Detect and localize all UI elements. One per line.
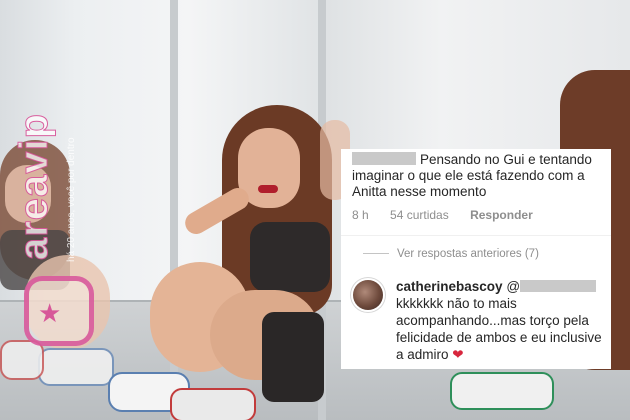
woman-top — [250, 222, 330, 292]
reply-body: catherinebascoy @ kkkkkkk não to mais ac… — [396, 278, 606, 363]
comment-body: Pensando no Gui e tentando imaginar o qu… — [352, 152, 607, 200]
star-icon: ★ — [38, 298, 62, 328]
redacted-mention — [520, 280, 597, 292]
watermark-tagline: há 20 anos, você por dentro — [66, 137, 77, 262]
comment-time: 8 h — [352, 208, 369, 222]
comment-meta: 8 h 54 curtidas Responder — [352, 208, 551, 222]
woman-shorts — [262, 312, 324, 402]
reply-text: kkkkkkk não to mais acompanhando...mas t… — [396, 296, 602, 362]
comment-likes[interactable]: 54 curtidas — [390, 208, 449, 222]
comment-card: Pensando no Gui e tentando imaginar o qu… — [341, 149, 611, 235]
watermark-logo-text: areavip — [12, 112, 57, 260]
mention-prefix[interactable]: @ — [506, 279, 520, 294]
reply-card: Ver respostas anteriores (7) catherineba… — [341, 235, 611, 369]
woman-sneaker — [170, 388, 256, 420]
view-previous-replies-link[interactable]: Ver respostas anteriores (7) — [363, 248, 539, 260]
reflection-sneaker — [450, 372, 554, 410]
woman-lips — [258, 185, 278, 193]
reply-button[interactable]: Responder — [470, 208, 533, 222]
reflection-sneaker — [38, 348, 114, 386]
heart-icon: ❤ — [452, 347, 464, 362]
avatar[interactable] — [353, 280, 383, 310]
reply-username[interactable]: catherinebascoy — [396, 279, 503, 294]
redacted-username — [352, 152, 416, 165]
reflection-sneaker — [0, 340, 44, 380]
